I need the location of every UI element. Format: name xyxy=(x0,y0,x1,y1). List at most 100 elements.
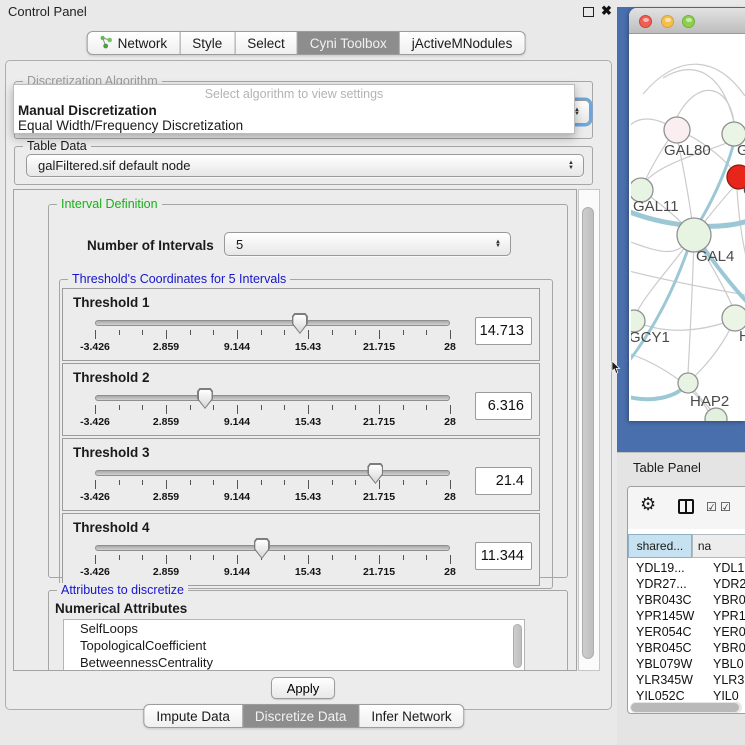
minor-tick xyxy=(355,405,356,410)
apply-button[interactable]: Apply xyxy=(271,677,335,699)
panel-scrollbar-thumb[interactable] xyxy=(582,207,594,659)
table-row-ypr145w[interactable]: YPR145WYPR1 xyxy=(628,608,745,624)
bottom-tab-infer-network[interactable]: Infer Network xyxy=(359,704,464,728)
table-row-ybl079w[interactable]: YBL079WYBL0 xyxy=(628,656,745,672)
slider-thumb[interactable] xyxy=(367,463,383,484)
attribute-item-selfloops[interactable]: SelfLoops xyxy=(64,620,524,637)
slider-thumb[interactable] xyxy=(292,313,308,334)
threshold-label: Threshold 1 xyxy=(73,295,150,310)
list-scrollbar-thumb[interactable] xyxy=(513,624,522,668)
cell-name: YBL0 xyxy=(709,656,744,672)
close-icon[interactable]: ✖ xyxy=(601,3,612,19)
minor-tick xyxy=(213,330,214,335)
table-data-combo[interactable]: galFiltered.sif default node ▲▼ xyxy=(26,154,584,177)
number-of-intervals-value: 5 xyxy=(225,237,491,252)
table-hscrollbar[interactable] xyxy=(630,702,742,713)
attribute-item-topologicalcoefficient[interactable]: TopologicalCoefficient xyxy=(64,637,524,654)
cell-name: YDR2 xyxy=(709,576,745,592)
tab-cyni-toolbox[interactable]: Cyni Toolbox xyxy=(298,31,400,55)
float-window-icon[interactable] xyxy=(583,7,594,17)
table-data-group-title: Table Data xyxy=(23,139,91,153)
bottom-tab-impute-data[interactable]: Impute Data xyxy=(143,704,243,728)
major-tick xyxy=(450,480,451,489)
table-hscrollbar-thumb[interactable] xyxy=(631,703,739,712)
tick-label: 15.43 xyxy=(280,341,336,353)
algorithm-popup-hint: Select algorithm to view settings xyxy=(14,85,574,103)
network-node-gal80[interactable] xyxy=(664,117,690,143)
algorithm-option-manual-discretization[interactable]: Manual Discretization xyxy=(14,103,574,118)
tab-network[interactable]: Network xyxy=(87,31,181,55)
minor-tick xyxy=(403,555,404,560)
table-row-ylr345w[interactable]: YLR345WYLR3 xyxy=(628,672,745,688)
network-window-titlebar[interactable] xyxy=(629,8,745,34)
minor-tick xyxy=(119,555,120,560)
network-edge[interactable] xyxy=(631,240,685,252)
tick-label: 28 xyxy=(422,416,478,428)
table-row-yer054c[interactable]: YER054CYER0 xyxy=(628,624,745,640)
network-edge[interactable] xyxy=(663,70,734,122)
checkbox-checked-icon[interactable]: ☑ xyxy=(720,500,732,514)
threshold-label: Threshold 4 xyxy=(73,520,150,535)
network-edge[interactable] xyxy=(631,385,686,399)
minor-tick xyxy=(119,480,120,485)
slider-thumb-face xyxy=(369,465,382,483)
network-edge[interactable] xyxy=(677,90,734,122)
table-toolbar: ⚙ ☑ ☑ xyxy=(628,487,745,529)
slider-track[interactable] xyxy=(95,320,450,326)
numerical-attributes-list[interactable]: SelfLoopsTopologicalCoefficientBetweenne… xyxy=(63,619,525,671)
threshold-value-field[interactable] xyxy=(475,392,532,420)
minor-tick xyxy=(190,555,191,560)
attribute-item-betweennesscentrality[interactable]: BetweennessCentrality xyxy=(64,654,524,671)
slider-thumb[interactable] xyxy=(197,388,213,409)
network-edge[interactable] xyxy=(643,64,745,96)
slider-track[interactable] xyxy=(95,545,450,551)
cell-name: YLR3 xyxy=(709,672,744,688)
checkbox-checked-icon[interactable]: ☑ xyxy=(706,500,718,514)
threshold-value-field[interactable] xyxy=(475,317,532,345)
threshold-value-field[interactable] xyxy=(475,542,532,570)
minor-tick xyxy=(332,405,333,410)
minor-tick xyxy=(284,330,285,335)
slider-thumb-face xyxy=(199,390,212,408)
node-label: GAL4 xyxy=(696,248,734,265)
tab-style[interactable]: Style xyxy=(180,31,235,55)
gear-icon[interactable]: ⚙ xyxy=(640,494,656,515)
network-node-hap2[interactable] xyxy=(678,373,698,393)
algorithm-option-equal-width-frequency-discretization[interactable]: Equal Width/Frequency Discretization xyxy=(14,118,574,133)
major-tick xyxy=(166,330,167,339)
table-row-ydr27[interactable]: YDR27...YDR2 xyxy=(628,576,745,592)
minor-tick xyxy=(426,555,427,560)
network-node-gal4[interactable] xyxy=(677,218,711,252)
tab-select[interactable]: Select xyxy=(235,31,298,55)
table-data-combo-value: galFiltered.sif default node xyxy=(27,158,564,173)
tick-label: -3.426 xyxy=(67,566,123,578)
minor-tick xyxy=(142,480,143,485)
tick-label: 2.859 xyxy=(138,566,194,578)
network-edge[interactable] xyxy=(688,235,694,374)
slider-thumb[interactable] xyxy=(254,538,270,559)
table-row-ybr043c[interactable]: YBR043CYBR0 xyxy=(628,592,745,608)
threshold-value-field[interactable] xyxy=(475,467,532,495)
minimize-window-icon[interactable] xyxy=(661,15,674,28)
zoom-window-icon[interactable] xyxy=(682,15,695,28)
network-edge[interactable] xyxy=(631,237,692,366)
network-canvas[interactable]: GAL80GCGAL11GAL4GCY1HHAP2 xyxy=(631,34,745,421)
column-header-shared-name[interactable]: shared... xyxy=(628,534,692,558)
panel-scrollbar-track[interactable] xyxy=(578,189,600,671)
close-window-icon[interactable] xyxy=(639,15,652,28)
network-edge[interactable] xyxy=(737,190,745,274)
table-row-ydl19[interactable]: YDL19...YDL1 xyxy=(628,560,745,576)
slider-track[interactable] xyxy=(95,395,450,401)
tab-jactivemnodules[interactable]: jActiveMNodules xyxy=(400,31,526,55)
combo-arrows-icon: ▲▼ xyxy=(564,161,578,170)
table-row-ybr045c[interactable]: YBR045CYBR0 xyxy=(628,640,745,656)
minor-tick xyxy=(142,330,143,335)
column-header-name[interactable]: na xyxy=(692,534,745,558)
slider-track[interactable] xyxy=(95,470,450,476)
column-layout-icon[interactable] xyxy=(678,499,694,514)
bottom-tab-discretize-data[interactable]: Discretize Data xyxy=(243,704,360,728)
number-of-intervals-combo[interactable]: 5 ▲▼ xyxy=(224,232,511,256)
number-of-intervals-label: Number of Intervals xyxy=(87,238,214,253)
major-tick xyxy=(95,480,96,489)
control-panel-title: Control Panel xyxy=(8,4,87,19)
